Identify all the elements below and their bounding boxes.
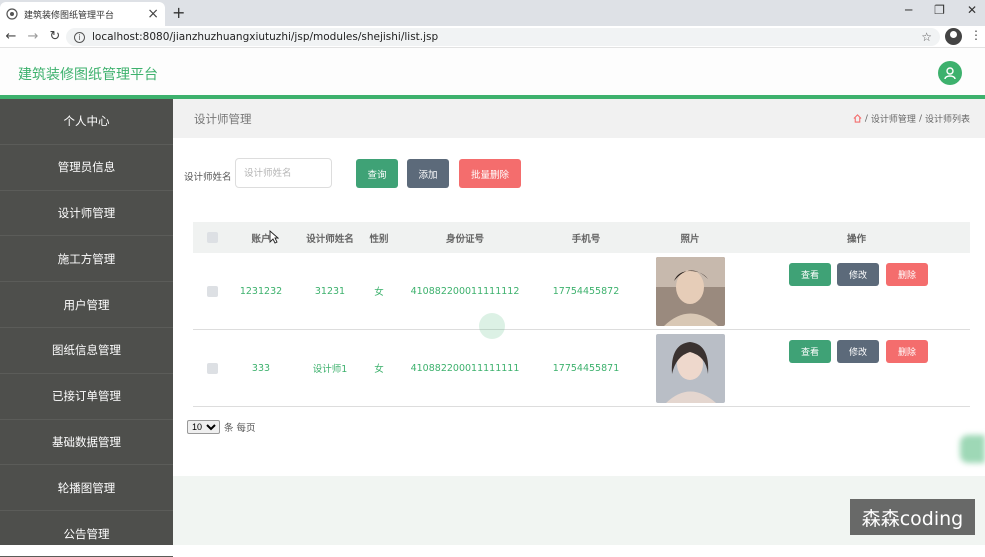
pagination: 10 条 每页 xyxy=(187,420,256,434)
sidebar-item-announcements[interactable]: 公告管理 xyxy=(0,511,173,557)
sidebar-item-accepted-orders[interactable]: 已接订单管理 xyxy=(0,374,173,420)
table-row: 333 设计师1 女 410882200011111111 1775445587… xyxy=(193,330,970,407)
header-account: 账户 xyxy=(251,233,271,245)
user-avatar-icon[interactable] xyxy=(938,61,962,85)
app-title: 建筑装修图纸管理平台 xyxy=(18,67,158,83)
window-close-icon[interactable]: ✕ xyxy=(967,3,977,17)
profile-icon[interactable] xyxy=(945,28,962,45)
site-icon xyxy=(6,8,18,20)
cell-phone: 17754455872 xyxy=(552,285,620,297)
designer-table: 账户 设计师姓名 性别 身份证号 手机号 照片 操作 1231232 31231… xyxy=(193,222,970,407)
header-gender: 性别 xyxy=(369,233,389,245)
table-row: 1231232 31231 女 410882200011111112 17754… xyxy=(193,253,970,330)
sidebar-item-contractor-management[interactable]: 施工方管理 xyxy=(0,236,173,283)
table-header: 账户 设计师姓名 性别 身份证号 手机号 照片 操作 xyxy=(193,222,970,253)
browser-tab-bar: 建筑装修图纸管理平台 × + ─ ❐ ✕ xyxy=(0,0,985,26)
breadcrumb: / 设计师管理 / 设计师列表 xyxy=(853,112,970,125)
sidebar-item-label: 公告管理 xyxy=(63,526,110,541)
sidebar-item-label: 已接订单管理 xyxy=(52,389,121,404)
home-icon[interactable] xyxy=(853,114,862,123)
view-button[interactable]: 查看 xyxy=(789,340,831,363)
search-label: 设计师姓名 xyxy=(184,172,232,183)
row-checkbox[interactable] xyxy=(206,285,218,297)
menu-kebab-icon[interactable]: ⋮ xyxy=(970,28,982,42)
sidebar: 个人中心 管理员信息 设计师管理 施工方管理 用户管理 图纸信息管理 已接订单管… xyxy=(0,99,173,557)
header-phone: 手机号 xyxy=(571,233,601,245)
main-content: 设计师管理 / 设计师管理 / 设计师列表 设计师姓名 查询 添加 批量删除 账… xyxy=(173,99,985,545)
page-size-select[interactable]: 10 xyxy=(187,420,220,434)
browser-tab[interactable]: 建筑装修图纸管理平台 × xyxy=(0,2,165,26)
header-photo: 照片 xyxy=(680,233,700,245)
mouse-cursor-icon xyxy=(269,230,279,244)
sidebar-item-basic-data[interactable]: 基础数据管理 xyxy=(0,420,173,466)
sidebar-item-carousel[interactable]: 轮播图管理 xyxy=(0,465,173,512)
sidebar-item-label: 管理员信息 xyxy=(57,160,116,175)
add-button[interactable]: 添加 xyxy=(407,159,449,188)
select-all-checkbox[interactable] xyxy=(206,232,218,243)
cell-name: 设计师1 xyxy=(312,364,348,375)
sidebar-item-label: 图纸信息管理 xyxy=(52,343,121,358)
designer-name-search-input[interactable] xyxy=(235,158,332,188)
decoration xyxy=(960,435,985,463)
cell-phone: 17754455871 xyxy=(552,362,620,374)
cell-name: 31231 xyxy=(314,285,346,297)
bookmark-star-icon[interactable]: ☆ xyxy=(921,30,932,44)
sidebar-item-label: 施工方管理 xyxy=(57,251,116,266)
cell-account: 1231232 xyxy=(239,285,283,297)
sidebar-item-designer-management[interactable]: 设计师管理 xyxy=(0,191,173,237)
sidebar-item-label: 用户管理 xyxy=(63,297,110,312)
reload-icon[interactable]: ↻ xyxy=(44,29,66,44)
sidebar-item-label: 轮播图管理 xyxy=(57,480,116,495)
breadcrumb-item: 设计师列表 xyxy=(924,115,970,125)
delete-button[interactable]: 删除 xyxy=(886,340,928,363)
edit-button[interactable]: 修改 xyxy=(837,263,879,286)
delete-button[interactable]: 删除 xyxy=(886,263,928,286)
sidebar-item-personal-center[interactable]: 个人中心 xyxy=(0,99,173,145)
query-button[interactable]: 查询 xyxy=(356,159,398,188)
sidebar-item-label: 设计师管理 xyxy=(57,205,116,220)
sidebar-item-label: 个人中心 xyxy=(63,114,110,129)
breadcrumb-item[interactable]: 设计师管理 xyxy=(871,112,916,125)
info-icon[interactable]: i xyxy=(74,31,85,43)
click-ripple xyxy=(479,313,505,339)
bulk-delete-button[interactable]: 批量删除 xyxy=(459,159,521,188)
cell-id-number: 410882200011111111 xyxy=(410,362,520,374)
cell-id-number: 410882200011111112 xyxy=(410,285,520,297)
forward-icon[interactable]: → xyxy=(22,29,44,44)
url-field[interactable]: i localhost:8080/jianzhuzhuangxiutuzhi/j… xyxy=(66,28,940,46)
app-header: 建筑装修图纸管理平台 xyxy=(0,48,985,95)
page-size-suffix: 条 每页 xyxy=(224,423,256,434)
sidebar-item-label: 基础数据管理 xyxy=(52,434,121,449)
minimize-icon[interactable]: ─ xyxy=(905,3,912,17)
designer-photo xyxy=(655,256,725,326)
header-name: 设计师姓名 xyxy=(306,233,354,245)
sidebar-item-drawing-info[interactable]: 图纸信息管理 xyxy=(0,328,173,374)
edit-button[interactable]: 修改 xyxy=(837,340,879,363)
watermark: 森森coding xyxy=(850,499,975,535)
header-actions: 操作 xyxy=(846,233,866,245)
restore-icon[interactable]: ❐ xyxy=(934,3,945,17)
designer-photo xyxy=(655,333,725,403)
sidebar-item-user-management[interactable]: 用户管理 xyxy=(0,282,173,328)
window-controls: ─ ❐ ✕ xyxy=(905,3,977,17)
cell-gender: 女 xyxy=(374,287,384,298)
cell-account: 333 xyxy=(251,362,271,374)
address-bar-row: ← → ↻ i localhost:8080/jianzhuzhuangxiut… xyxy=(0,26,985,48)
row-checkbox[interactable] xyxy=(206,362,218,374)
tab-title: 建筑装修图纸管理平台 xyxy=(24,10,115,21)
sidebar-item-admin-info[interactable]: 管理员信息 xyxy=(0,145,173,191)
view-button[interactable]: 查看 xyxy=(789,263,831,286)
page-title: 设计师管理 xyxy=(194,112,252,126)
back-icon[interactable]: ← xyxy=(0,29,22,44)
url-text: localhost:8080/jianzhuzhuangxiutuzhi/jsp… xyxy=(92,31,439,43)
header-id-number: 身份证号 xyxy=(445,233,484,245)
tab-close-icon[interactable]: × xyxy=(147,7,159,21)
title-bar: 设计师管理 / 设计师管理 / 设计师列表 xyxy=(173,99,985,138)
new-tab-icon[interactable]: + xyxy=(172,3,185,22)
cell-gender: 女 xyxy=(374,364,384,375)
